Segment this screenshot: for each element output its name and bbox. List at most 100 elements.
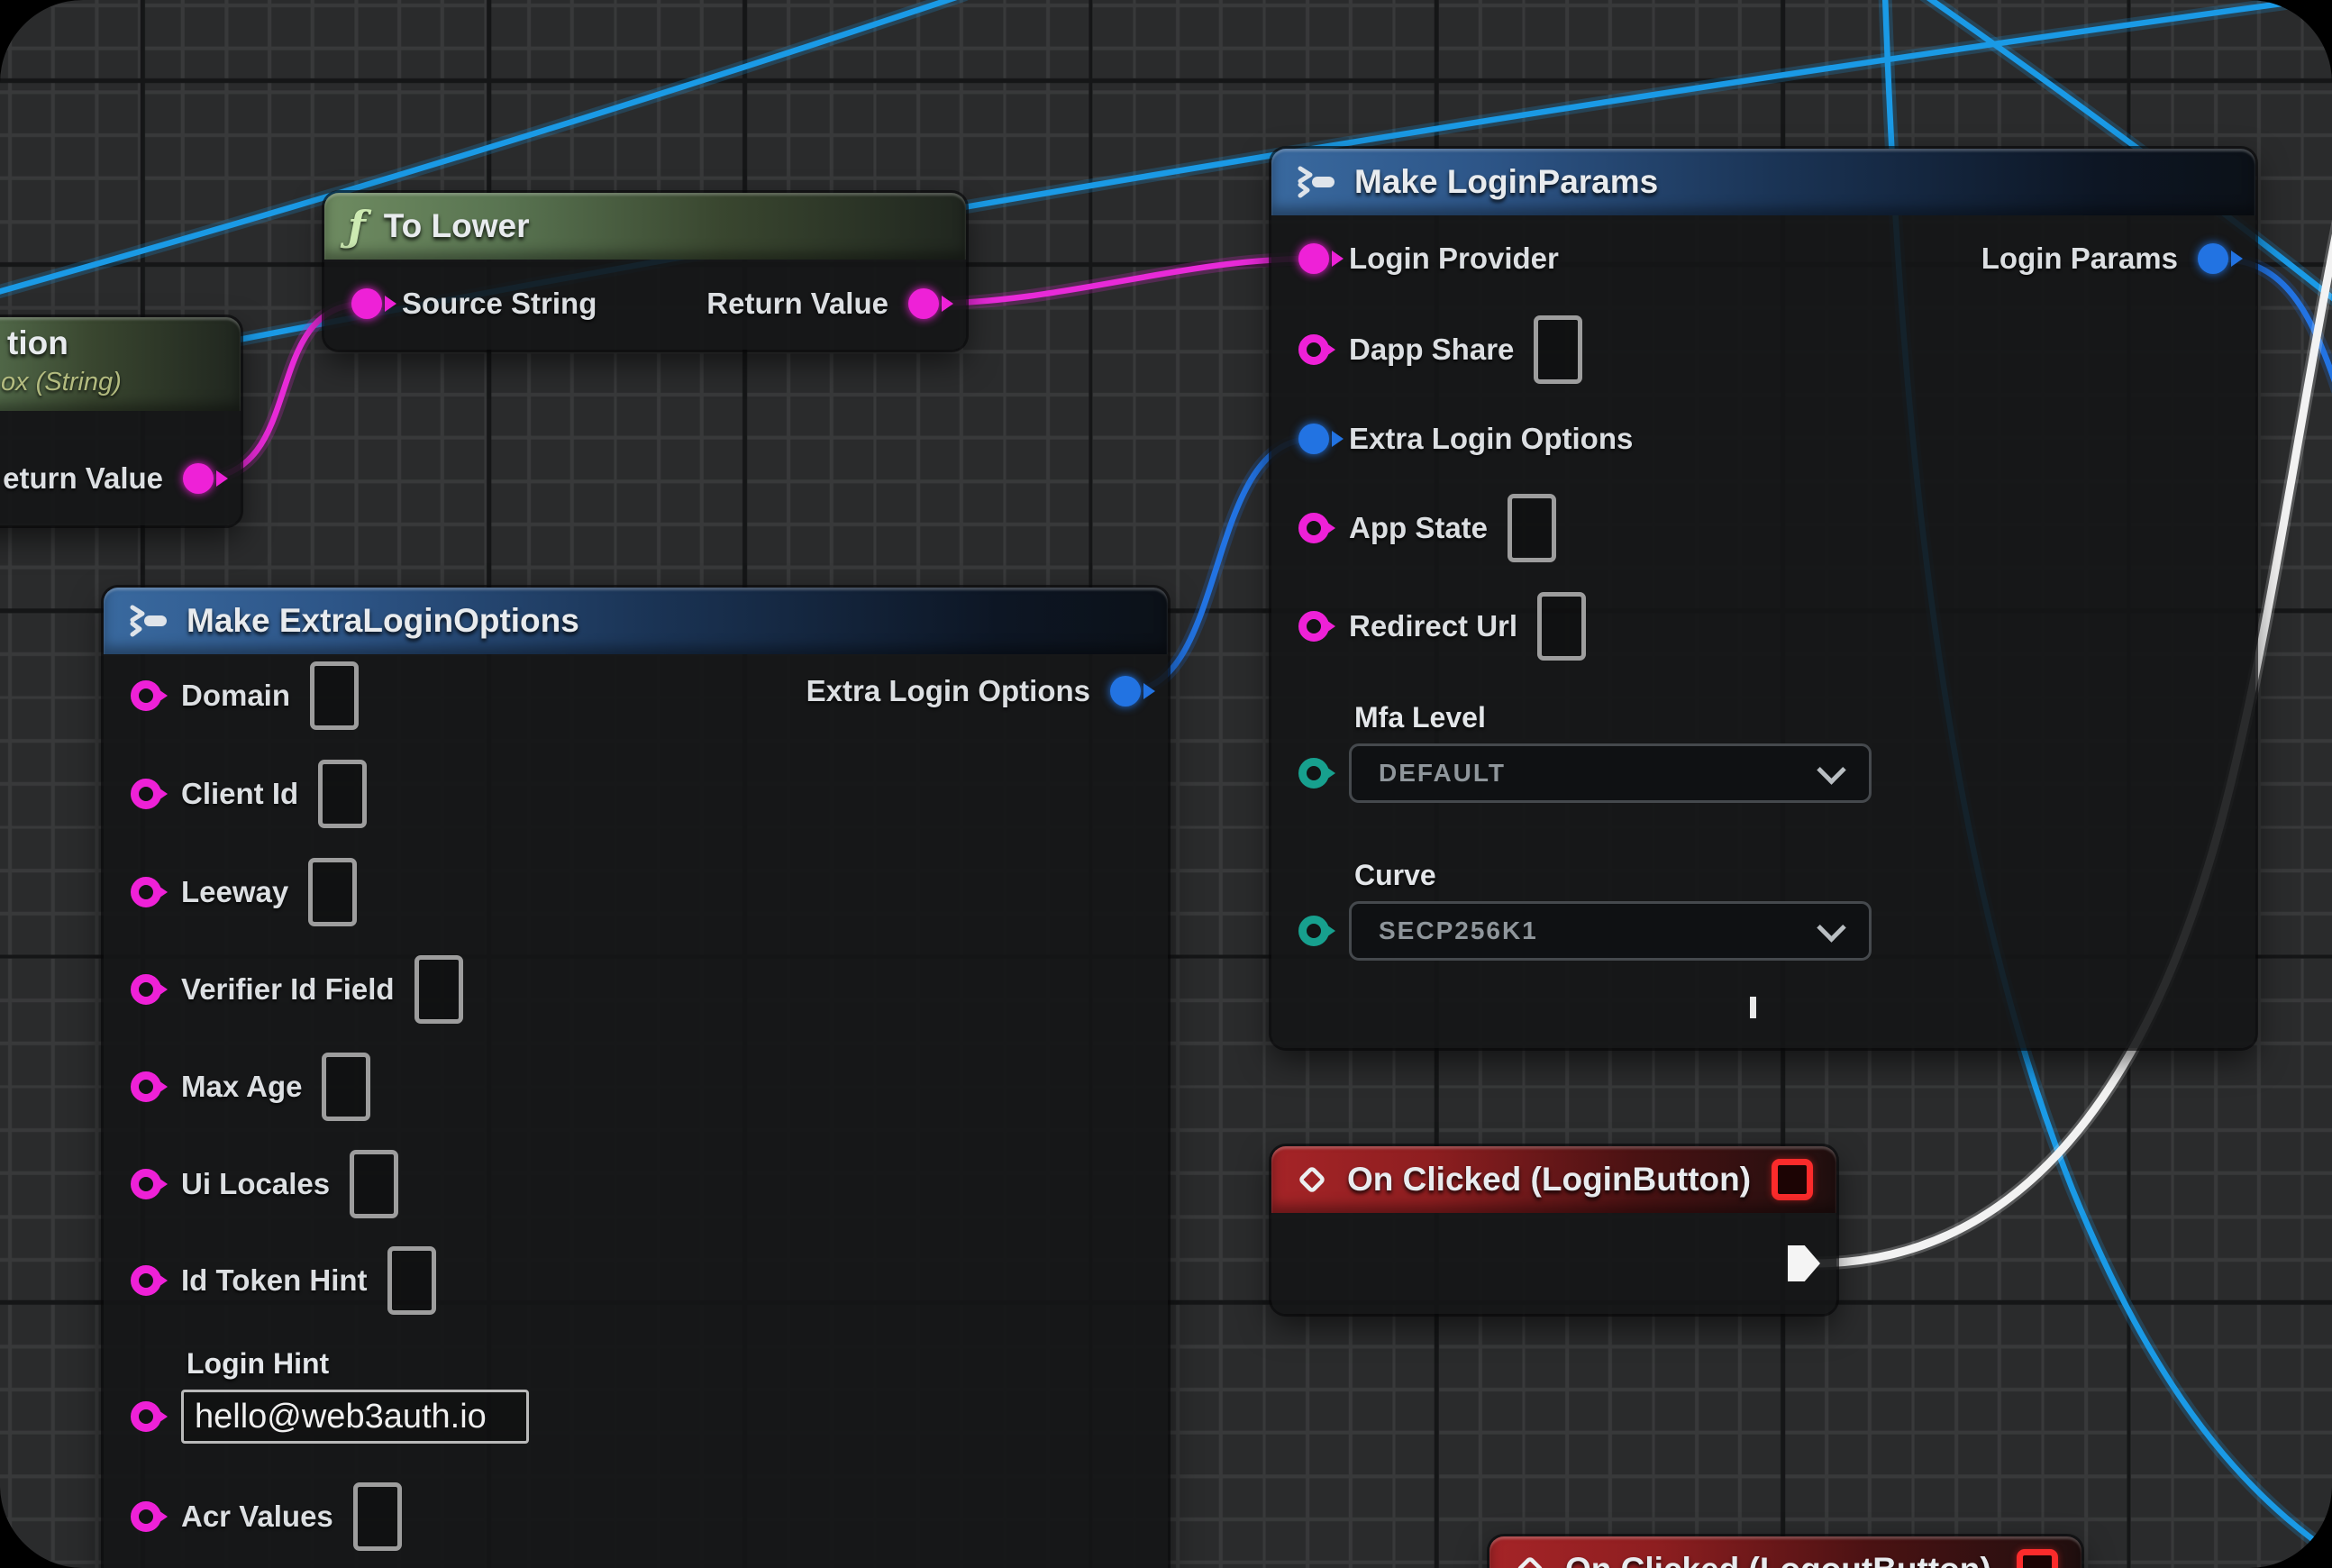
partial-return-value-row: eturn Value xyxy=(3,461,214,496)
dapp-share-checkbox[interactable] xyxy=(1534,315,1582,384)
node-make-loginparams-header[interactable]: Make LoginParams xyxy=(1271,149,2255,215)
verifier-id-field-row: Verifier Id Field xyxy=(131,955,463,1024)
partial-return-value-label: eturn Value xyxy=(3,461,163,496)
mfa-level-label: Mfa Level xyxy=(1354,701,1486,734)
chevron-down-icon xyxy=(1817,913,1846,943)
string-input-pin[interactable] xyxy=(1298,334,1329,365)
login-provider-label: Login Provider xyxy=(1349,242,1559,276)
verifier-id-field-checkbox[interactable] xyxy=(414,955,463,1024)
node-make-extraloginoptions-title: Make ExtraLoginOptions xyxy=(187,602,1144,640)
domain-label: Domain xyxy=(181,679,290,713)
app-state-label: App State xyxy=(1349,511,1488,545)
id-token-hint-label: Id Token Hint xyxy=(181,1263,368,1298)
node-onclicked-logoutbutton[interactable]: On Clicked (LogoutButton) xyxy=(1489,1536,2081,1568)
curve-label: Curve xyxy=(1354,859,1436,892)
collapse-node-button[interactable] xyxy=(1750,1003,1777,1030)
node-make-extraloginoptions-header[interactable]: Make ExtraLoginOptions xyxy=(104,588,1168,654)
enum-input-pin[interactable] xyxy=(1298,758,1329,789)
blueprint-canvas[interactable]: tion ox (String) eturn Value ƒ To Lower … xyxy=(0,0,2332,1568)
acr-values-label: Acr Values xyxy=(181,1500,333,1534)
node-partial-function-title: tion xyxy=(7,324,68,362)
login-hint-label: Login Hint xyxy=(187,1347,329,1381)
max-age-label: Max Age xyxy=(181,1070,302,1104)
curve-row: Curve SECP256K1 xyxy=(1298,901,1872,961)
client-id-label: Client Id xyxy=(181,777,298,811)
node-to-lower[interactable]: ƒ To Lower Source String Return Value xyxy=(324,193,966,350)
ui-locales-label: Ui Locales xyxy=(181,1167,330,1201)
string-input-pin[interactable] xyxy=(131,680,161,711)
screenshot-frame: tion ox (String) eturn Value ƒ To Lower … xyxy=(0,0,2332,1568)
verifier-id-field-label: Verifier Id Field xyxy=(181,972,395,1007)
leeway-label: Leeway xyxy=(181,875,288,909)
source-string-row: Source String xyxy=(351,287,597,321)
node-onclicked-logoutbutton-title: On Clicked (LogoutButton) xyxy=(1565,1551,1999,1568)
event-icon xyxy=(1295,1162,1329,1197)
source-string-label: Source String xyxy=(402,287,597,321)
chevron-down-icon xyxy=(1817,755,1846,785)
pure-function-icon: ƒ xyxy=(348,205,366,247)
string-output-pin[interactable] xyxy=(908,288,939,319)
mfa-level-dropdown[interactable]: DEFAULT xyxy=(1349,743,1872,803)
ui-locales-checkbox[interactable] xyxy=(350,1150,398,1218)
domain-checkbox[interactable] xyxy=(310,661,359,730)
node-partial-function-subtitle: ox (String) xyxy=(1,368,122,397)
string-input-pin[interactable] xyxy=(131,1265,161,1296)
node-onclicked-loginbutton[interactable]: On Clicked (LoginButton) xyxy=(1271,1146,1836,1314)
id-token-hint-row: Id Token Hint xyxy=(131,1246,436,1315)
acr-values-checkbox[interactable] xyxy=(353,1482,402,1551)
exec-output-row xyxy=(1788,1245,1820,1281)
leeway-row: Leeway xyxy=(131,858,357,926)
struct-input-pin[interactable] xyxy=(1298,424,1329,454)
chevron-up-icon xyxy=(1750,997,1756,1018)
login-params-output-row: Login Params xyxy=(1981,242,2228,276)
dapp-share-label: Dapp Share xyxy=(1349,333,1514,367)
mfa-level-row: Mfa Level DEFAULT xyxy=(1298,743,1872,803)
string-input-pin[interactable] xyxy=(1298,513,1329,543)
redirect-url-checkbox[interactable] xyxy=(1537,592,1586,661)
string-input-pin[interactable] xyxy=(1298,243,1329,274)
client-id-checkbox[interactable] xyxy=(318,760,367,828)
extra-login-options-output-row: Extra Login Options xyxy=(806,674,1141,708)
app-state-row: App State xyxy=(1298,494,1556,562)
node-make-loginparams[interactable]: Make LoginParams Login Params Login Prov… xyxy=(1271,149,2255,1048)
redirect-url-label: Redirect Url xyxy=(1349,609,1517,643)
string-input-pin[interactable] xyxy=(131,779,161,809)
bound-event-icon xyxy=(2017,1549,2058,1568)
string-input-pin[interactable] xyxy=(1298,611,1329,642)
leeway-checkbox[interactable] xyxy=(308,858,357,926)
max-age-checkbox[interactable] xyxy=(322,1053,370,1121)
curve-value: SECP256K1 xyxy=(1379,916,1538,945)
app-state-checkbox[interactable] xyxy=(1508,494,1556,562)
dapp-share-row: Dapp Share xyxy=(1298,315,1582,384)
node-make-loginparams-title: Make LoginParams xyxy=(1354,163,2232,201)
struct-output-pin[interactable] xyxy=(1110,676,1141,707)
node-onclicked-loginbutton-header[interactable]: On Clicked (LoginButton) xyxy=(1271,1146,1836,1213)
event-icon xyxy=(1513,1553,1547,1568)
node-onclicked-loginbutton-title: On Clicked (LoginButton) xyxy=(1347,1161,1754,1199)
acr-values-row: Acr Values xyxy=(131,1482,402,1551)
node-onclicked-logoutbutton-header[interactable]: On Clicked (LogoutButton) xyxy=(1489,1536,2081,1568)
string-input-pin[interactable] xyxy=(131,877,161,907)
return-value-label: Return Value xyxy=(706,287,888,321)
string-input-pin[interactable] xyxy=(131,1169,161,1199)
node-to-lower-header[interactable]: ƒ To Lower xyxy=(324,193,966,260)
string-input-pin[interactable] xyxy=(131,1401,161,1432)
struct-output-pin[interactable] xyxy=(2198,243,2228,274)
id-token-hint-checkbox[interactable] xyxy=(387,1246,436,1315)
string-input-pin[interactable] xyxy=(351,288,382,319)
string-output-pin[interactable] xyxy=(183,463,214,494)
string-input-pin[interactable] xyxy=(131,1501,161,1532)
node-partial-function[interactable]: tion ox (String) eturn Value xyxy=(0,317,241,525)
login-hint-input[interactable] xyxy=(181,1390,529,1444)
string-input-pin[interactable] xyxy=(131,1071,161,1102)
node-make-extraloginoptions[interactable]: Make ExtraLoginOptions Extra Login Optio… xyxy=(104,588,1168,1568)
make-struct-icon xyxy=(127,605,169,637)
string-input-pin[interactable] xyxy=(131,974,161,1005)
curve-dropdown[interactable]: SECP256K1 xyxy=(1349,901,1872,961)
mfa-level-value: DEFAULT xyxy=(1379,759,1506,788)
exec-output-pin[interactable] xyxy=(1788,1245,1820,1281)
login-provider-row: Login Provider xyxy=(1298,242,1559,276)
node-partial-function-header[interactable]: tion ox (String) xyxy=(0,317,241,411)
enum-input-pin[interactable] xyxy=(1298,916,1329,946)
max-age-row: Max Age xyxy=(131,1053,370,1121)
